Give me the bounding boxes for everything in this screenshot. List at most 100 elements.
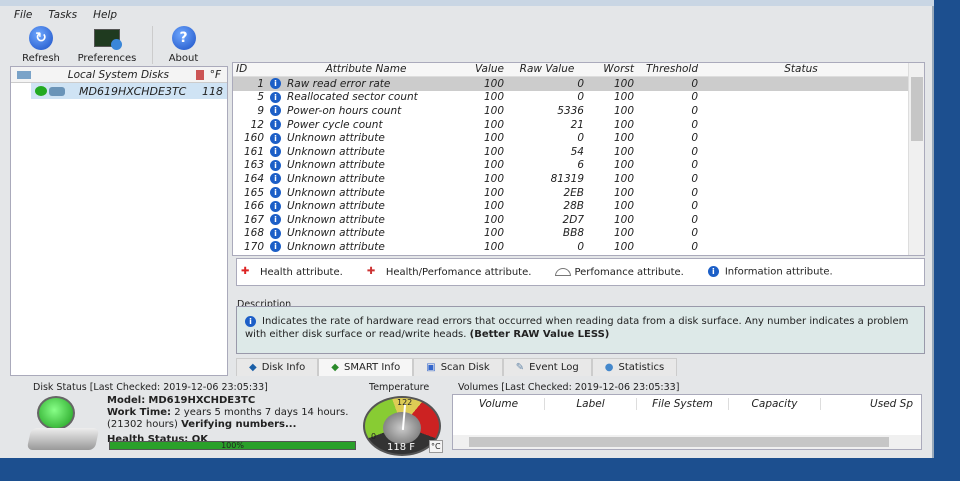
description-box: i Indicates the rate of hardware read err… xyxy=(236,306,925,354)
smart-icon: ◆ xyxy=(331,362,339,373)
scroll-thumb[interactable] xyxy=(911,77,923,141)
tab-scan-disk[interactable]: ▣ Scan Disk xyxy=(413,358,503,376)
info-icon: i xyxy=(270,132,281,144)
col-file-system[interactable]: File System xyxy=(637,398,729,410)
preferences-button[interactable]: Preferences xyxy=(76,26,138,64)
disk-item[interactable]: MD619HXCHDE3TC 118 xyxy=(31,83,227,99)
cell-worst: 100 xyxy=(613,186,634,199)
table-row[interactable]: 12 i Power cycle count 100 21 100 0 xyxy=(233,118,924,132)
toolbar: ↻ Refresh Preferences ? About xyxy=(10,26,214,64)
col-status[interactable]: Status xyxy=(701,63,901,76)
info-icon: i xyxy=(270,146,281,158)
cell-threshold: 0 xyxy=(691,213,698,226)
work-hours: (21302 hours) xyxy=(107,419,178,430)
vertical-scrollbar[interactable] xyxy=(908,63,924,255)
table-row[interactable]: 9 i Power-on hours count 100 5336 100 0 xyxy=(233,104,924,118)
cell-id: 167 xyxy=(243,213,264,226)
refresh-button[interactable]: ↻ Refresh xyxy=(10,26,72,64)
about-button[interactable]: ? About xyxy=(152,26,214,64)
event-log-icon: ✎ xyxy=(515,362,525,373)
cell-id: 161 xyxy=(243,145,264,158)
col-threshold[interactable]: Threshold xyxy=(637,63,701,76)
cell-value: 100 xyxy=(483,186,504,199)
preferences-icon xyxy=(94,29,122,50)
cell-raw: 0 xyxy=(577,240,584,253)
cell-threshold: 0 xyxy=(691,186,698,199)
info-icon: i xyxy=(270,200,281,212)
horizontal-scrollbar[interactable] xyxy=(453,435,921,449)
tab-disk-info[interactable]: ◆ Disk Info xyxy=(236,358,319,376)
cell-worst: 100 xyxy=(613,77,634,90)
cell-worst: 100 xyxy=(613,132,634,145)
disk-status-title: Disk Status [Last Checked: 2019-12-06 23… xyxy=(33,382,268,393)
cell-worst: 100 xyxy=(613,227,634,240)
cell-value: 100 xyxy=(483,172,504,185)
cell-worst: 100 xyxy=(613,200,634,213)
table-row[interactable]: 165 i Unknown attribute 100 2EB 100 0 xyxy=(233,186,924,200)
tab-statistics[interactable]: ● Statistics xyxy=(591,358,678,376)
table-row[interactable]: 160 i Unknown attribute 100 0 100 0 xyxy=(233,131,924,145)
cell-raw: 0 xyxy=(577,132,584,145)
col-label[interactable]: Label xyxy=(545,398,637,410)
col-worst[interactable]: Worst xyxy=(587,63,637,76)
cell-id: 168 xyxy=(243,227,264,240)
table-row[interactable]: 167 i Unknown attribute 100 2D7 100 0 xyxy=(233,213,924,227)
table-row[interactable]: 161 i Unknown attribute 100 54 100 0 xyxy=(233,145,924,159)
cell-value: 100 xyxy=(483,213,504,226)
tab-smart-info[interactable]: ◆ SMART Info xyxy=(318,358,414,376)
info-icon: i xyxy=(270,187,281,199)
table-row[interactable]: 170 i Unknown attribute 100 0 100 0 xyxy=(233,240,924,254)
col-id[interactable]: ID xyxy=(233,63,267,76)
info-icon: i xyxy=(270,227,281,239)
table-row[interactable]: 1 i Raw read error rate 100 0 100 0 xyxy=(233,77,924,91)
cell-raw: 2EB xyxy=(563,186,584,199)
cell-threshold: 0 xyxy=(691,240,698,253)
table-row[interactable]: 166 i Unknown attribute 100 28B 100 0 xyxy=(233,199,924,213)
disk-name: MD619HXCHDE3TC xyxy=(79,84,187,98)
menu-tasks[interactable]: Tasks xyxy=(48,9,77,21)
col-used-space[interactable]: Used Sp xyxy=(821,398,913,410)
col-raw[interactable]: Raw Value xyxy=(507,63,587,76)
cell-value: 100 xyxy=(483,227,504,240)
cell-value: 100 xyxy=(483,132,504,145)
tab-event-log[interactable]: ✎ Event Log xyxy=(502,358,592,376)
cell-attribute: i Unknown attribute xyxy=(267,214,465,226)
cell-raw: 28B xyxy=(563,200,584,213)
table-header: ID Attribute Name Value Raw Value Worst … xyxy=(233,63,924,77)
disk-temp: 118 xyxy=(202,84,223,98)
health-icon: ✚ xyxy=(241,266,250,277)
celsius-button[interactable]: °C xyxy=(429,440,443,453)
cell-value: 100 xyxy=(483,145,504,158)
about-label: About xyxy=(168,53,199,64)
cell-threshold: 0 xyxy=(691,104,698,117)
legend-information: i Information attribute. xyxy=(707,266,833,278)
col-capacity[interactable]: Capacity xyxy=(729,398,821,410)
table-row[interactable]: 5 i Reallocated sector count 100 0 100 0 xyxy=(233,91,924,105)
cell-raw: 5336 xyxy=(557,104,584,117)
cell-raw: 6 xyxy=(577,159,584,172)
table-row[interactable]: 168 i Unknown attribute 100 BB8 100 0 xyxy=(233,227,924,241)
cell-threshold: 0 xyxy=(691,132,698,145)
info-icon: i xyxy=(270,241,281,253)
cell-worst: 100 xyxy=(613,145,634,158)
refresh-label: Refresh xyxy=(22,53,60,64)
cell-raw: 81319 xyxy=(550,172,584,185)
menu-help[interactable]: Help xyxy=(93,9,117,21)
info-icon: i xyxy=(270,105,281,117)
menu-file[interactable]: File xyxy=(14,9,32,21)
info-icon: i xyxy=(270,91,281,103)
cell-attribute: i Unknown attribute xyxy=(267,227,465,239)
col-attribute[interactable]: Attribute Name xyxy=(267,63,465,76)
cell-value: 100 xyxy=(483,77,504,90)
temperature-reading: 118 F xyxy=(387,442,416,453)
col-volume[interactable]: Volume xyxy=(453,398,545,410)
scroll-thumb[interactable] xyxy=(469,437,889,447)
preferences-label: Preferences xyxy=(77,53,137,64)
table-row[interactable]: 163 i Unknown attribute 100 6 100 0 xyxy=(233,159,924,173)
disk-icon: ◆ xyxy=(249,362,257,373)
cell-attribute: i Power-on hours count xyxy=(267,105,465,117)
hdd-icon xyxy=(49,86,65,96)
col-value[interactable]: Value xyxy=(465,63,507,76)
cell-raw: 0 xyxy=(577,91,584,104)
table-row[interactable]: 164 i Unknown attribute 100 81319 100 0 xyxy=(233,172,924,186)
